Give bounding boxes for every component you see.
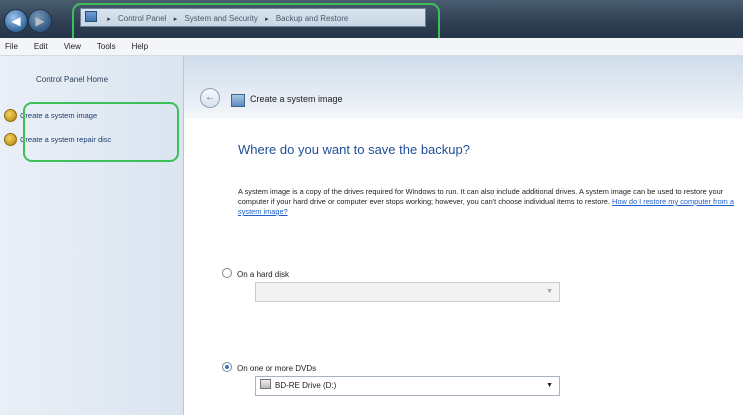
option-dvd[interactable]: On one or more DVDs bbox=[222, 362, 316, 373]
menu-file[interactable]: File bbox=[5, 38, 18, 55]
menu-view[interactable]: View bbox=[64, 38, 81, 55]
description: A system image is a copy of the drives r… bbox=[238, 187, 743, 217]
sidebar-home-link[interactable]: Control Panel Home bbox=[36, 75, 108, 84]
forward-button[interactable]: ▶ bbox=[28, 9, 52, 33]
chevron-down-icon: ▼ bbox=[546, 382, 553, 389]
disc-drive-icon bbox=[260, 379, 271, 389]
system-image-icon bbox=[231, 94, 245, 107]
menu-tools[interactable]: Tools bbox=[97, 38, 116, 55]
hard-disk-label: On a hard disk bbox=[237, 270, 290, 279]
arrow-right-icon: ▶ bbox=[35, 14, 45, 28]
wizard-back-button[interactable]: ← bbox=[200, 88, 220, 108]
dvd-drive-select[interactable]: BD-RE Drive (D:) ▼ bbox=[255, 376, 560, 396]
menu-bar: File Edit View Tools Help bbox=[0, 38, 743, 56]
wizard-header: ← Create a system image bbox=[184, 56, 743, 119]
hard-disk-radio[interactable] bbox=[222, 268, 232, 278]
hard-disk-select[interactable]: ▼ bbox=[255, 282, 560, 302]
page-heading: Where do you want to save the backup? bbox=[238, 142, 470, 157]
option-hard-disk[interactable]: On a hard disk bbox=[222, 268, 289, 279]
wizard-title: Create a system image bbox=[250, 94, 343, 104]
sidebar-highlight-annotation bbox=[23, 102, 179, 162]
arrow-left-icon: ◀ bbox=[11, 14, 21, 28]
arrow-left-icon: ← bbox=[205, 92, 215, 103]
shield-icon bbox=[4, 133, 17, 146]
chevron-down-icon: ▼ bbox=[546, 288, 553, 295]
dvd-radio[interactable] bbox=[222, 362, 232, 372]
dvd-drive-value: BD-RE Drive (D:) bbox=[275, 381, 337, 390]
shield-icon bbox=[4, 109, 17, 122]
menu-help[interactable]: Help bbox=[132, 38, 148, 55]
menu-edit[interactable]: Edit bbox=[34, 38, 48, 55]
wizard-panel: ← Create a system image Where do you wan… bbox=[184, 56, 743, 415]
dvd-label: On one or more DVDs bbox=[237, 364, 317, 373]
back-button[interactable]: ◀ bbox=[4, 9, 28, 33]
